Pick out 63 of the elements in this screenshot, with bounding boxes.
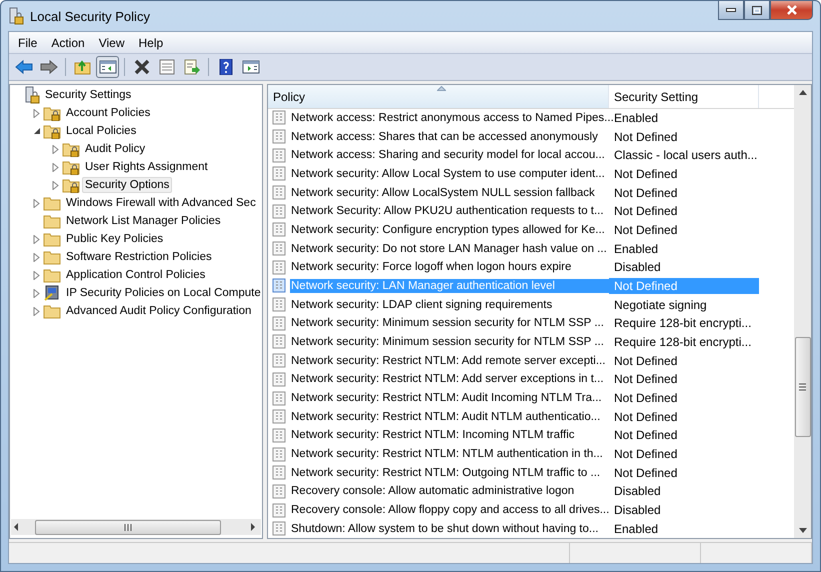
tree-item[interactable]: Network List Manager Policies (63, 213, 224, 229)
tree-item[interactable]: Advanced Audit Policy Configuration (63, 303, 254, 319)
security-setting: Not Defined (613, 408, 678, 425)
policy-name[interactable]: Recovery console: Allow automatic administrative logon (290, 484, 609, 498)
menu-item[interactable]: Help (132, 34, 170, 52)
policy-name[interactable]: Network security: Force logoff when logon hours expire (290, 260, 609, 274)
security-setting: Not Defined (613, 371, 678, 388)
tree-item[interactable]: Application Control Policies (63, 267, 208, 283)
menu-item[interactable]: View (92, 34, 132, 52)
tree-item[interactable]: Software Restriction Policies (63, 249, 215, 265)
tree-item[interactable]: Security Settings (42, 87, 134, 103)
security-setting: Not Defined (613, 427, 678, 444)
policy-name[interactable]: Network security: Minimum session security for NTLM SSP ... (290, 334, 609, 349)
tree-item[interactable]: Windows Firewall with Advanced Sec (63, 195, 259, 211)
security-setting: Require 128-bit encrypti... (613, 315, 752, 332)
policy-name[interactable]: Network security: Minimum session security for NTLM SSP ... (290, 316, 609, 330)
policy-name[interactable]: Network Security: Allow PKU2U authentication requests to t... (290, 204, 609, 218)
security-setting: Not Defined (613, 222, 678, 238)
security-setting: Enabled (613, 520, 660, 537)
policy-name[interactable]: Network security: Restrict NTLM: Audit Incoming NTLM Tra... (290, 391, 609, 405)
security-setting: Not Defined (613, 464, 678, 481)
security-setting: Enabled (613, 240, 660, 257)
policy-name[interactable]: Network security: Restrict NTLM: Incoming NTLM traffic (290, 428, 609, 442)
security-setting: Negotiate signing (613, 296, 708, 313)
tree-item[interactable]: IP Security Policies on Local Compute (63, 285, 264, 301)
tree-item[interactable]: Account Policies (63, 105, 154, 121)
security-setting: Not Defined (613, 166, 678, 182)
security-setting: Not Defined (609, 278, 759, 294)
tree-item[interactable]: Audit Policy (82, 141, 148, 157)
policy-name[interactable]: Network security: Restrict NTLM: NTLM authentication in th... (290, 447, 609, 462)
security-setting: Not Defined (613, 184, 678, 201)
policy-name[interactable]: Network security: Allow LocalSystem NULL session fallback (290, 186, 609, 200)
policy-name[interactable]: Network access: Restrict anonymous access to Named Pipes... (290, 110, 615, 125)
policy-name[interactable]: Network security: LDAP client signing requirements (290, 298, 609, 312)
policy-name[interactable]: Network access: Shares that can be accessed anonymously (290, 130, 609, 144)
tree-item[interactable]: Local Policies (63, 123, 140, 139)
tree-item[interactable]: Public Key Policies (63, 231, 166, 247)
policy-name[interactable]: Network security: Restrict NTLM: Add remote server excepti... (290, 354, 609, 368)
policy-name[interactable]: Network security: Restrict NTLM: Outgoing NTLM traffic to ... (290, 466, 609, 480)
tree-item[interactable]: User Rights Assignment (82, 159, 211, 175)
policy-name[interactable]: Recovery console: Allow floppy copy and access to all drives... (290, 503, 610, 518)
security-setting: Not Defined (613, 352, 678, 369)
security-setting: Not Defined (613, 128, 678, 145)
column-header[interactable]: Policy (268, 85, 609, 108)
security-setting: Disabled (613, 483, 662, 500)
policy-name[interactable]: Network access: Sharing and security model for local accou... (290, 148, 609, 162)
window-title: Local Security Policy (30, 8, 151, 24)
policy-name[interactable]: Network security: Configure encryption types allowed for Ke... (290, 222, 609, 237)
security-setting: Disabled (613, 502, 662, 518)
menu-item[interactable]: File (11, 34, 44, 52)
menu-item[interactable]: Action (44, 34, 92, 52)
security-setting: Not Defined (613, 390, 678, 406)
security-setting: Require 128-bit encrypti... (613, 334, 752, 350)
policy-name[interactable]: Network security: Restrict NTLM: Audit NTLM authenticatio... (290, 410, 609, 424)
policy-name[interactable]: Shutdown: Allow system to be shut down without having to... (290, 522, 609, 536)
security-setting: Classic - local users auth... (613, 147, 758, 164)
security-setting: Disabled (613, 259, 662, 276)
policy-name[interactable]: Network security: Restrict NTLM: Add server exceptions in t... (290, 372, 609, 386)
tree-item[interactable]: Security Options (82, 177, 172, 193)
policy-name[interactable]: Network security: Do not store LAN Manager hash value on ... (290, 242, 609, 256)
security-setting: Not Defined (613, 203, 678, 220)
policy-name[interactable]: Network security: Allow Local System to use computer ident... (290, 166, 609, 181)
security-setting: Not Defined (613, 446, 678, 462)
